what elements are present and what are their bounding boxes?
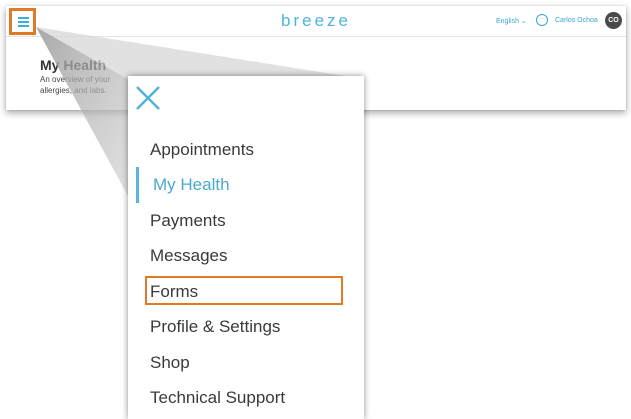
menu-item-shop[interactable]: Shop <box>150 353 190 373</box>
menu-item-payments[interactable]: Payments <box>150 211 226 231</box>
navigation-menu: Appointments My Health Payments Messages… <box>128 76 364 419</box>
menu-item-forms[interactable]: Forms <box>150 282 198 302</box>
close-icon[interactable] <box>134 84 162 112</box>
menu-item-technical-support[interactable]: Technical Support <box>150 388 285 408</box>
menu-item-messages[interactable]: Messages <box>150 246 227 266</box>
menu-item-profile-settings[interactable]: Profile & Settings <box>150 317 280 337</box>
active-indicator <box>136 167 139 203</box>
menu-item-appointments[interactable]: Appointments <box>150 140 254 160</box>
menu-item-my-health[interactable]: My Health <box>153 175 230 195</box>
